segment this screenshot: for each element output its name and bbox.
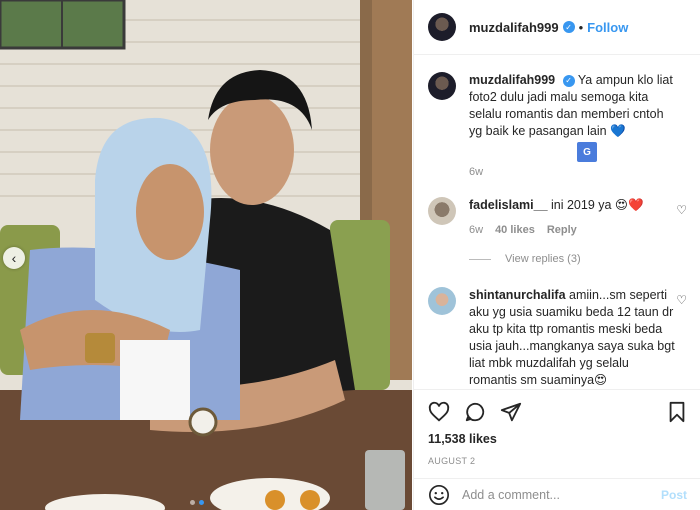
carousel-dot xyxy=(190,500,195,505)
comment-username[interactable]: shintanurchalifa xyxy=(469,288,566,302)
follow-button[interactable]: Follow xyxy=(587,20,628,35)
comment-avatar[interactable] xyxy=(428,287,456,315)
chevron-left-icon: ‹ xyxy=(11,250,17,266)
comment-time: 6w xyxy=(469,224,484,236)
emoji-smiley-icon[interactable] xyxy=(428,484,450,506)
like-comment-heart-icon[interactable]: ♡ xyxy=(676,203,687,217)
previous-photo-button[interactable]: ‹ xyxy=(3,247,25,269)
comment-input[interactable] xyxy=(462,487,661,502)
carousel-dot-active xyxy=(199,500,204,505)
bookmark-icon[interactable] xyxy=(667,401,687,423)
caption-time: 6w xyxy=(469,166,484,178)
post-photo[interactable]: ‹ xyxy=(0,0,412,510)
comment-username[interactable]: fadelislami__ xyxy=(469,198,548,212)
comment-likes[interactable]: 40 likes xyxy=(495,222,535,239)
translate-icon[interactable]: G xyxy=(577,142,597,162)
like-comment-heart-icon[interactable]: ♡ xyxy=(676,293,687,307)
comment-item: shintanurchalifa amiin...sm seperti aku … xyxy=(428,287,687,388)
share-plane-icon[interactable] xyxy=(500,401,522,423)
comment-composer: Post xyxy=(414,478,700,510)
post-comment-button[interactable]: Post xyxy=(661,488,687,502)
photo-illustration xyxy=(0,0,412,510)
verified-badge-icon: ✓ xyxy=(562,21,575,33)
comment-bubble-icon[interactable] xyxy=(464,401,486,423)
post-sidebar: muzdalifah999 ✓ • Follow muzdalifah999 ✓… xyxy=(413,0,700,510)
view-replies-button[interactable]: View replies (3) xyxy=(469,253,687,265)
comment-meta: 6w 40 likes Reply xyxy=(469,222,675,239)
author-avatar[interactable] xyxy=(428,13,456,41)
comment-item: fadelislami__ ini 2019 ya 😍❤️ 6w 40 like… xyxy=(428,197,687,239)
verified-badge-icon: ✓ xyxy=(562,74,575,87)
reply-button[interactable]: Reply xyxy=(547,222,577,239)
separator-dot: • xyxy=(578,19,584,35)
comment-body: fadelislami__ ini 2019 ya 😍❤️ 6w 40 like… xyxy=(469,197,687,239)
caption-avatar[interactable] xyxy=(428,72,456,100)
caption-item: muzdalifah999 ✓ Ya ampun klo liat foto2 … xyxy=(428,72,687,181)
comments-list[interactable]: muzdalifah999 ✓ Ya ampun klo liat foto2 … xyxy=(414,56,700,388)
action-icons xyxy=(428,400,687,424)
author-username[interactable]: muzdalifah999 xyxy=(469,20,559,35)
caption-username[interactable]: muzdalifah999 xyxy=(469,73,555,87)
post-date[interactable]: AUGUST 2 xyxy=(428,456,687,466)
like-count[interactable]: 11,538 likes xyxy=(428,432,687,446)
carousel-dots xyxy=(190,500,204,505)
comment-text: amiin...sm seperti aku yg usia suamiku b… xyxy=(469,288,675,387)
post-actions: 11,538 likes AUGUST 2 xyxy=(414,389,700,466)
like-heart-icon[interactable] xyxy=(428,401,450,423)
replies-line xyxy=(469,258,491,260)
post-header: muzdalifah999 ✓ • Follow xyxy=(414,0,700,55)
caption-body: muzdalifah999 ✓ Ya ampun klo liat foto2 … xyxy=(469,72,687,181)
comment-text: ini 2019 ya 😍❤️ xyxy=(551,198,644,212)
comment-avatar[interactable] xyxy=(428,197,456,225)
view-replies-label: View replies (3) xyxy=(505,253,581,265)
comment-body: shintanurchalifa amiin...sm seperti aku … xyxy=(469,287,687,388)
caption-meta: 6w xyxy=(469,164,675,181)
